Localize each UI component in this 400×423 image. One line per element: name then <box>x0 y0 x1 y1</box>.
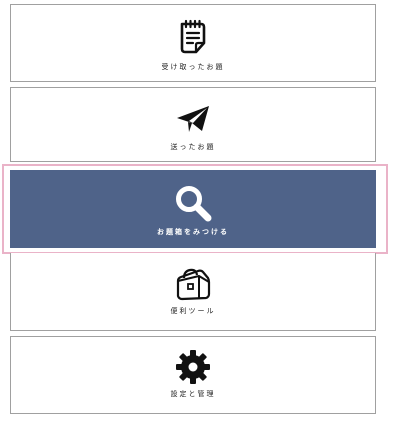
menu-item-received[interactable]: 受け取ったお題 <box>10 4 376 82</box>
menu-item-sent[interactable]: 送ったお題 <box>10 87 376 162</box>
search-icon <box>10 183 376 223</box>
toolbox-icon <box>11 265 375 303</box>
menu-item-tools[interactable]: 便利ツール <box>10 253 376 331</box>
gear-icon <box>11 349 375 385</box>
paper-plane-icon <box>11 102 375 136</box>
notepad-icon <box>11 18 375 56</box>
menu-item-label: 受け取ったお題 <box>161 63 225 71</box>
menu-item-label: 送ったお題 <box>170 143 216 151</box>
menu-item-settings[interactable]: 設定と管理 <box>10 336 376 414</box>
menu-item-find[interactable]: お題箱をみつける <box>10 170 376 248</box>
menu-item-label: 設定と管理 <box>170 390 216 398</box>
menu-item-label: 便利ツール <box>170 307 216 315</box>
selected-item-highlight: お題箱をみつける <box>2 164 388 254</box>
menu-item-label: お題箱をみつける <box>157 228 229 236</box>
